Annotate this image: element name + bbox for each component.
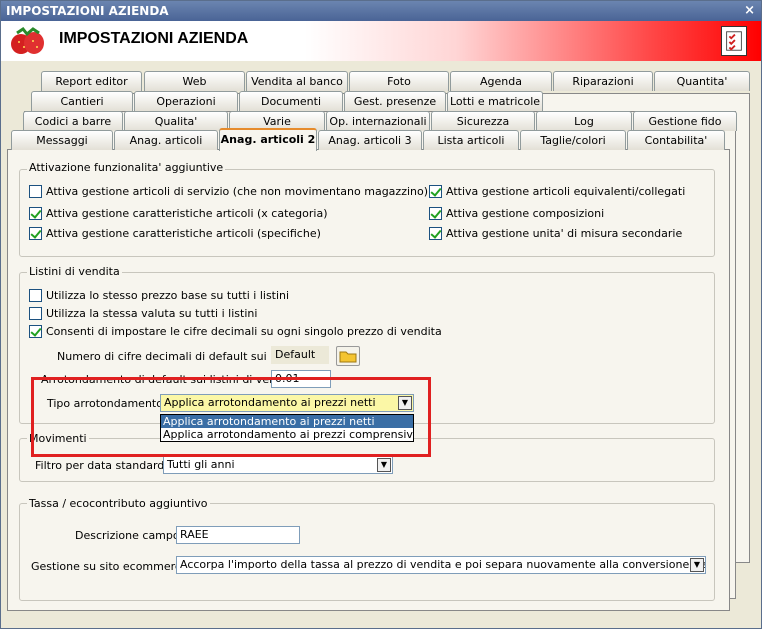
- tab-gest-presenze[interactable]: Gest. presenze: [344, 91, 446, 111]
- title-bar: IMPOSTAZIONI AZIENDA ×: [1, 1, 761, 21]
- folder-button[interactable]: [336, 346, 360, 366]
- tab-quantita[interactable]: Quantita': [654, 71, 750, 91]
- chevron-down-icon[interactable]: ▼: [690, 558, 704, 572]
- close-icon[interactable]: ×: [744, 1, 755, 21]
- checkbox-box[interactable]: [29, 307, 42, 320]
- group-listini-title: Listini di vendita: [27, 265, 122, 278]
- tab-riparazioni[interactable]: Riparazioni: [553, 71, 653, 91]
- checklist-icon[interactable]: [721, 26, 747, 56]
- window-title: IMPOSTAZIONI AZIENDA: [6, 4, 169, 18]
- select-value: Tutti gli anni: [167, 458, 235, 471]
- checkbox-composizioni[interactable]: Attiva gestione composizioni: [429, 207, 604, 220]
- tab-web[interactable]: Web: [144, 71, 245, 91]
- checkbox-stessa-valuta[interactable]: Utilizza la stessa valuta su tutti i lis…: [29, 307, 257, 320]
- tab-anag-articoli[interactable]: Anag. articoli: [114, 130, 218, 150]
- chevron-down-icon[interactable]: ▼: [377, 458, 391, 472]
- gestione-ecommerce-select[interactable]: Accorpa l'importo della tassa al prezzo …: [176, 556, 706, 574]
- checkbox-label: Utilizza la stessa valuta su tutti i lis…: [46, 307, 258, 320]
- checkbox-label: Attiva gestione articoli di servizio (ch…: [46, 185, 429, 198]
- filtro-data-label: Filtro per data standard :: [35, 459, 172, 472]
- tab-foto[interactable]: Foto: [349, 71, 449, 91]
- tab-contabilita[interactable]: Contabilita': [627, 130, 725, 150]
- checkbox-caratteristiche-categoria[interactable]: Attiva gestione caratteristiche articoli…: [29, 207, 328, 220]
- header-banner: IMPOSTAZIONI AZIENDA: [1, 21, 761, 61]
- group-tassa: [19, 503, 715, 601]
- tab-codici-a-barre[interactable]: Codici a barre: [23, 111, 123, 131]
- tab-lista-articoli[interactable]: Lista articoli: [423, 130, 519, 150]
- filtro-data-select[interactable]: Tutti gli anni ▼: [163, 456, 393, 474]
- tab-op-internazionali[interactable]: Op. internazionali: [326, 111, 430, 131]
- tab-cantieri[interactable]: Cantieri: [31, 91, 133, 111]
- settings-window: IMPOSTAZIONI AZIENDA × IMPOSTAZIONI AZIE…: [0, 0, 762, 629]
- tab-agenda[interactable]: Agenda: [450, 71, 552, 91]
- checkbox-stesso-prezzo-base[interactable]: Utilizza lo stesso prezzo base su tutti …: [29, 289, 289, 302]
- checkbox-label: Attiva gestione unita' di misura seconda…: [446, 227, 683, 240]
- checkbox-label: Attiva gestione articoli equivalenti/col…: [446, 185, 686, 198]
- group-tassa-title: Tassa / ecocontributo aggiuntivo: [27, 497, 210, 510]
- decimali-value: Default: [271, 346, 329, 364]
- tab-vendita-al-banco[interactable]: Vendita al banco: [246, 71, 348, 91]
- strawberries-icon: [11, 27, 44, 54]
- header-title: IMPOSTAZIONI AZIENDA: [59, 30, 249, 47]
- checkbox-box[interactable]: [29, 325, 42, 338]
- checkbox-box[interactable]: [29, 289, 42, 302]
- tab-taglie-colori[interactable]: Taglie/colori: [520, 130, 626, 150]
- folder-icon: [339, 351, 357, 363]
- tab-qualita[interactable]: Qualita': [124, 111, 228, 131]
- group-attivazione-title: Attivazione funzionalita' aggiuntive: [27, 161, 226, 174]
- tab-sicurezza[interactable]: Sicurezza: [431, 111, 535, 131]
- tab-anag-articoli-3[interactable]: Anag. articoli 3: [318, 130, 422, 150]
- tab-messaggi[interactable]: Messaggi: [11, 130, 113, 150]
- checkbox-box[interactable]: [429, 207, 442, 220]
- tab-operazioni[interactable]: Operazioni: [134, 91, 238, 111]
- checkbox-cifre-decimali-prezzo[interactable]: Consenti di impostare le cifre decimali …: [29, 325, 442, 338]
- tab-report-editor[interactable]: Report editor: [41, 71, 142, 91]
- tab-anag-articoli-2[interactable]: Anag. articoli 2: [219, 128, 317, 151]
- descrizione-label: Descrizione campo :: [75, 529, 187, 542]
- checkbox-box[interactable]: [29, 207, 42, 220]
- checkbox-label: Utilizza lo stesso prezzo base su tutti …: [46, 289, 290, 302]
- checkbox-box[interactable]: [29, 185, 42, 198]
- gestione-ecommerce-label: Gestione su sito ecommerce :: [31, 560, 195, 573]
- checkbox-articoli-equivalenti[interactable]: Attiva gestione articoli equivalenti/col…: [429, 185, 685, 198]
- decimali-label: Numero di cifre decimali di default sui …: [57, 350, 307, 363]
- tab-log[interactable]: Log: [536, 111, 632, 131]
- checkbox-label: Attiva gestione caratteristiche articoli…: [46, 207, 328, 220]
- checkbox-box[interactable]: [29, 227, 42, 240]
- checkbox-label: Attiva gestione composizioni: [446, 207, 605, 220]
- checkbox-articoli-servizio[interactable]: Attiva gestione articoli di servizio (ch…: [29, 185, 428, 198]
- descrizione-input[interactable]: RAEE: [176, 526, 300, 544]
- tab-lotti-e-matricole[interactable]: Lotti e matricole: [447, 91, 543, 111]
- highlight-frame: [31, 377, 431, 457]
- tab-documenti[interactable]: Documenti: [239, 91, 343, 111]
- select-value: Accorpa l'importo della tassa al prezzo …: [180, 558, 705, 571]
- checkbox-label: Attiva gestione caratteristiche articoli…: [46, 227, 321, 240]
- checkbox-unita-misura-secondarie[interactable]: Attiva gestione unita' di misura seconda…: [429, 227, 682, 240]
- checkbox-label: Consenti di impostare le cifre decimali …: [46, 325, 442, 338]
- tab-gestione-fido[interactable]: Gestione fido: [633, 111, 737, 131]
- checkbox-box[interactable]: [429, 227, 442, 240]
- checkbox-box[interactable]: [429, 185, 442, 198]
- checkbox-caratteristiche-specifiche[interactable]: Attiva gestione caratteristiche articoli…: [29, 227, 321, 240]
